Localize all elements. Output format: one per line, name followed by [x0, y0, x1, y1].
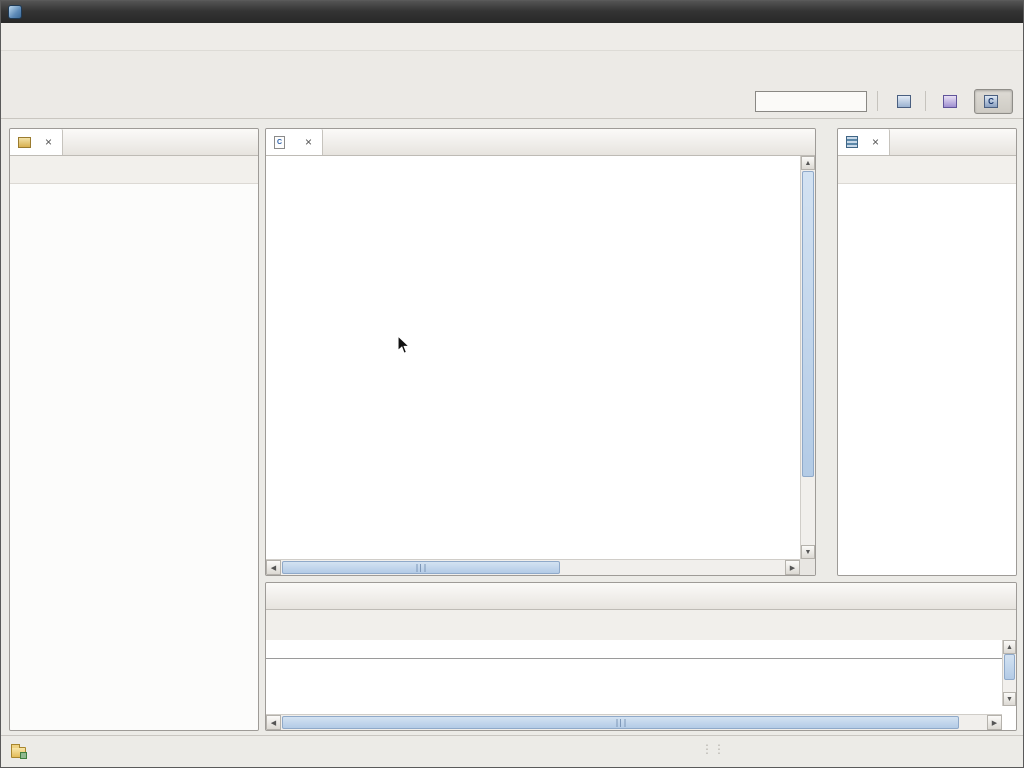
pe-toolbar [10, 156, 258, 184]
eclipse-logo-icon [8, 5, 22, 19]
quick-access-input[interactable] [755, 91, 867, 112]
tab-outline[interactable] [838, 129, 890, 155]
project-explorer-icon [18, 137, 31, 148]
tab-helloworld-cpp[interactable] [266, 129, 323, 155]
sash-handle-icon[interactable]: ⋮⋮ [701, 742, 725, 756]
project-explorer-tabbar [10, 129, 258, 156]
console-body: ▲ ▼ ◀ ▶ [266, 640, 1016, 730]
outline-panel [837, 128, 1017, 576]
view-overflow-indicator[interactable] [890, 129, 914, 155]
panel-controls [1002, 129, 1016, 155]
close-icon[interactable] [303, 135, 314, 149]
code-lines [266, 156, 800, 559]
nav-toolbar: C [1, 84, 1023, 119]
close-icon[interactable] [870, 135, 881, 149]
eclipse-window: C ▲ [0, 0, 1024, 768]
outline-tabbar [838, 129, 1016, 156]
toolbar-separator [925, 91, 926, 111]
console-horizontal-scrollbar[interactable]: ◀ ▶ [266, 714, 1002, 730]
menubar [1, 23, 1023, 51]
scrollbar-thumb[interactable] [282, 716, 959, 729]
scrollbar-grip [416, 564, 425, 572]
close-icon[interactable] [43, 135, 54, 149]
scrollbar-thumb[interactable] [1004, 654, 1015, 680]
resource-perspective-icon [943, 95, 957, 108]
console-vertical-scrollbar[interactable]: ▲ ▼ [1002, 640, 1016, 706]
cpp-perspective-icon: C [984, 95, 998, 108]
editor-tabbar [266, 129, 815, 156]
scroll-right-icon[interactable]: ▶ [987, 715, 1002, 730]
scrollbar-thumb[interactable] [802, 171, 814, 477]
perspective-resource-button[interactable] [933, 89, 972, 114]
scroll-up-icon[interactable]: ▲ [801, 156, 815, 170]
editor-vertical-scrollbar[interactable]: ▲ ▼ [800, 156, 815, 559]
scrollbar-corner [800, 559, 815, 575]
panel-controls [1002, 583, 1016, 609]
titlebar [1, 1, 1023, 23]
outline-menu-row [838, 184, 1016, 200]
project-explorer-panel [9, 128, 259, 731]
scroll-left-icon[interactable]: ◀ [266, 560, 281, 575]
scrollbar-grip [616, 719, 625, 727]
scrollbar-thumb[interactable] [282, 561, 560, 574]
scroll-down-icon[interactable]: ▼ [1003, 692, 1016, 706]
scroll-left-icon[interactable]: ◀ [266, 715, 281, 730]
open-perspective-button[interactable] [892, 89, 916, 113]
scroll-up-icon[interactable]: ▲ [1003, 640, 1016, 654]
console-panel: ▲ ▼ ◀ ▶ [265, 582, 1017, 731]
editor-panel: ▲ ▼ ◀ ▶ [265, 128, 816, 576]
panel-controls [801, 129, 815, 155]
statusbar: ⋮⋮ [1, 735, 1023, 768]
console-toolbar [266, 610, 1016, 640]
console-tabbar [266, 583, 1016, 610]
scroll-right-icon[interactable]: ▶ [785, 560, 800, 575]
editor-horizontal-scrollbar[interactable]: ◀ ▶ [266, 559, 800, 575]
panel-controls [244, 129, 258, 155]
editor-body: ▲ ▼ ◀ ▶ [266, 156, 815, 575]
project-icon [11, 747, 26, 758]
tab-project-explorer[interactable] [10, 129, 63, 155]
outline-icon [846, 136, 858, 148]
project-tree [10, 184, 258, 730]
outline-list [838, 200, 1016, 575]
scroll-down-icon[interactable]: ▼ [801, 545, 815, 559]
console-output [266, 660, 1002, 664]
console-header [266, 640, 1002, 659]
perspective-cpp-button[interactable]: C [974, 89, 1013, 114]
cpp-file-icon [274, 136, 285, 149]
open-perspective-icon [897, 95, 911, 108]
main-toolbar [1, 51, 1023, 84]
toolbar-separator [877, 91, 878, 111]
outline-toolbar [838, 156, 1016, 184]
